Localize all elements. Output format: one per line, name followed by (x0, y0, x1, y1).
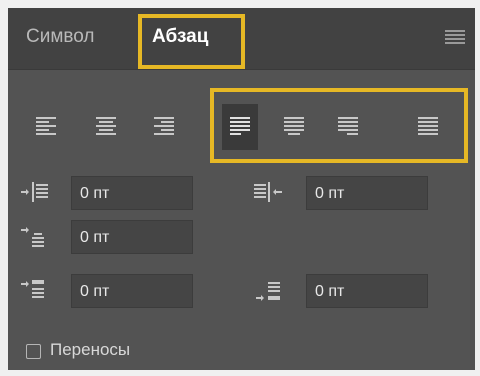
hyphenation-checkbox[interactable] (26, 344, 41, 359)
hyphenation-label: Переносы (50, 340, 131, 359)
space-before-field[interactable]: 0 пт (71, 274, 193, 308)
paragraph-panel: Символ Абзац 0 пт 0 пт 0 пт 0 пт 0 пт Пе… (0, 0, 480, 376)
panel-menu-icon[interactable] (445, 30, 465, 46)
justify-last-center-button[interactable] (276, 104, 312, 150)
tab-highlight-frame (138, 14, 245, 69)
right-indent-field[interactable]: 0 пт (306, 176, 428, 210)
align-center-icon (96, 117, 116, 135)
space-after-icon (252, 278, 292, 310)
justify-last-center-icon (284, 117, 304, 135)
space-before-icon (20, 278, 60, 310)
justify-last-left-icon (230, 117, 250, 135)
align-right-icon (154, 117, 174, 135)
justify-all-button[interactable] (410, 104, 446, 150)
panel-body: Символ Абзац 0 пт 0 пт 0 пт 0 пт 0 пт Пе… (8, 8, 475, 370)
align-left-button[interactable] (28, 104, 64, 150)
first-line-indent-field[interactable]: 0 пт (71, 220, 193, 254)
tab-bar: Символ Абзац (8, 8, 475, 70)
space-after-field[interactable]: 0 пт (306, 274, 428, 308)
justify-all-icon (418, 117, 438, 135)
left-indent-icon (20, 180, 60, 212)
tab-character[interactable]: Символ (26, 26, 95, 48)
justify-last-right-button[interactable] (330, 104, 366, 150)
justify-last-left-button[interactable] (222, 104, 258, 150)
left-indent-field[interactable]: 0 пт (71, 176, 193, 210)
first-line-indent-icon (20, 224, 60, 256)
align-right-button[interactable] (146, 104, 182, 150)
align-left-icon (36, 117, 56, 135)
align-center-button[interactable] (88, 104, 124, 150)
justify-last-right-icon (338, 117, 358, 135)
right-indent-icon (252, 180, 292, 212)
